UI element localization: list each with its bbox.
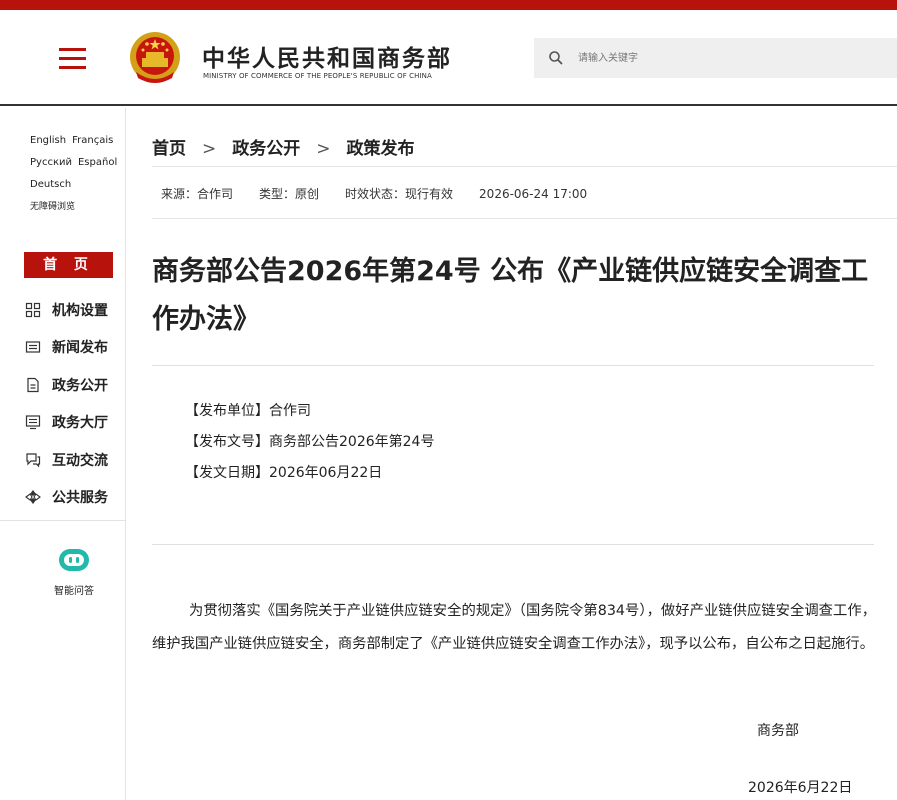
sidebar-item-public-service[interactable]: 公共服务 (24, 479, 124, 517)
sidebar-item-label: 新闻发布 (52, 340, 108, 357)
sidebar-item-interaction[interactable]: 互动交流 (24, 441, 124, 479)
left-sidebar: English Français Русский Español Deutsch 无… (0, 108, 126, 800)
nav-home-button[interactable]: 首 页 (24, 252, 113, 278)
chat-icon (24, 451, 42, 469)
meta-status: 时效状态：现行有效 (345, 187, 454, 201)
sidebar-item-label: 政务大厅 (52, 415, 108, 432)
sidebar-item-label: 政务公开 (52, 377, 108, 394)
robot-chat-icon (59, 549, 89, 571)
sidebar-divider (0, 520, 126, 521)
lang-spanish-link[interactable]: Español (78, 157, 117, 168)
lang-french-link[interactable]: Français (72, 135, 113, 146)
language-links: English Français Русский Español Deutsch 无… (30, 130, 123, 218)
divider (152, 544, 874, 545)
article-info-block: 【发布单位】合作司 【发布文号】商务部公告2026年第24号 【发文日期】202… (185, 396, 434, 489)
breadcrumb-separator: > (316, 139, 331, 159)
sidebar-item-service-hall[interactable]: 政务大厅 (24, 404, 124, 442)
search-box[interactable] (534, 38, 897, 78)
site-subtitle: MINISTRY OF COMMERCE OF THE PEOPLE'S REP… (203, 72, 432, 80)
lang-german-link[interactable]: Deutsch (30, 179, 71, 190)
article-signer: 商务部 (757, 723, 799, 739)
national-emblem-icon (130, 32, 180, 83)
breadcrumb: 首页 > 政务公开 > 政策发布 (152, 134, 415, 159)
sidebar-item-news[interactable]: 新闻发布 (24, 329, 124, 367)
top-red-bar (0, 0, 897, 10)
breadcrumb-current-link[interactable]: 政策发布 (347, 139, 415, 159)
site-title: 中华人民共和国商务部 (202, 46, 452, 72)
article-title: 商务部公告2026年第24号 公布《产业链供应链安全调查工作办法》 (152, 256, 869, 335)
divider (152, 218, 897, 219)
sidebar-nav: 机构设置 新闻发布 政务公开 政务大厅 互动交流 公共服务 (24, 291, 124, 516)
breadcrumb-home-link[interactable]: 首页 (152, 139, 186, 159)
doc-number-line: 【发布文号】商务部公告2026年第24号 (185, 434, 435, 450)
search-icon[interactable] (548, 50, 564, 66)
document-icon (24, 376, 42, 394)
ai-assistant-button[interactable]: 智能问答 (36, 546, 112, 597)
sidebar-item-label: 公共服务 (52, 490, 108, 507)
org-grid-icon (24, 301, 42, 319)
divider (152, 166, 897, 167)
issue-date-line: 【发文日期】2026年06月22日 (185, 465, 383, 481)
article-meta: 来源：合作司 类型：原创 时效状态：现行有效 2026-06-24 17:00 (161, 185, 613, 202)
lang-english-link[interactable]: English (30, 135, 66, 146)
divider (152, 365, 874, 366)
ai-assistant-label: 智能问答 (54, 586, 94, 597)
search-input[interactable] (578, 38, 878, 78)
article-date: 2026年6月22日 (748, 780, 853, 796)
breadcrumb-section-link[interactable]: 政务公开 (232, 139, 300, 159)
sidebar-item-org[interactable]: 机构设置 (24, 291, 124, 329)
lang-russian-link[interactable]: Русский (30, 157, 72, 168)
issuer-line: 【发布单位】合作司 (185, 403, 311, 419)
article-body: 为贯彻落实《国务院关于产业链供应链安全的规定》（国务院令第834号），做好产业链… (152, 603, 876, 652)
site-header: 中华人民共和国商务部 MINISTRY OF COMMERCE OF THE P… (0, 10, 897, 106)
meta-datetime: 2026-06-24 17:00 (479, 187, 588, 201)
news-icon (24, 338, 42, 356)
breadcrumb-separator: > (202, 139, 217, 159)
sidebar-item-label: 机构设置 (52, 302, 108, 319)
service-icon (24, 488, 42, 506)
meta-type: 类型：原创 (259, 187, 320, 201)
sidebar-item-label: 互动交流 (52, 452, 108, 469)
hamburger-menu-icon[interactable] (59, 48, 86, 70)
hall-icon (24, 413, 42, 431)
meta-source: 来源：合作司 (161, 187, 234, 201)
accessibility-link[interactable]: 无障碍浏览 (30, 202, 75, 212)
sidebar-item-gov-affairs[interactable]: 政务公开 (24, 366, 124, 404)
